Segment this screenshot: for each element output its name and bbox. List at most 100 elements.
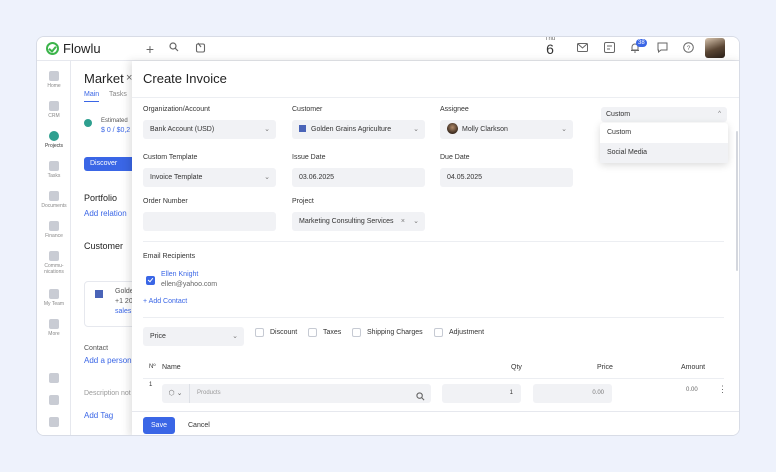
nav-extra-2[interactable] (37, 395, 71, 407)
tab-main[interactable]: Main (84, 91, 100, 102)
chevron-down-icon: ⌄ (413, 218, 419, 225)
mail-icon[interactable] (575, 42, 589, 56)
discount-label: Discount (270, 329, 298, 336)
due-date-input[interactable]: 04.05.2025 (440, 168, 573, 187)
issue-date-input[interactable]: 03.06.2025 (292, 168, 425, 187)
nav-extra-3[interactable] (37, 417, 71, 429)
description-label: Description not (84, 390, 131, 397)
cancel-button[interactable]: Cancel (188, 417, 210, 434)
svg-text:?: ? (686, 45, 690, 52)
tab-tasks[interactable]: Tasks (109, 91, 127, 98)
help-icon[interactable]: ? (681, 42, 695, 56)
dropdown-option-social-media[interactable]: Social Media (600, 143, 728, 163)
product-type-dropdown[interactable]: ⬡ ⌄ (162, 384, 190, 403)
price-type-select[interactable]: Price ⌄ (143, 327, 244, 346)
organization-select[interactable]: Bank Account (USD) ⌄ (143, 120, 276, 139)
customer-select[interactable]: Golden Grains Agriculture ⌄ (292, 120, 425, 139)
modal-title: Create Invoice (143, 71, 227, 86)
create-invoice-modal: Create Invoice Organization/Account Bank… (132, 61, 739, 435)
customer-value: Golden Grains Agriculture (311, 126, 392, 133)
brand-logo[interactable]: Flowlu (46, 41, 101, 56)
recipient-checkbox[interactable] (146, 276, 155, 285)
date-widget[interactable]: Thu 6 (542, 37, 558, 56)
add-contact-link[interactable]: + Add Contact (143, 298, 187, 305)
customer-phone: +1 20 (115, 298, 133, 305)
nav-projects[interactable]: Projects (37, 131, 71, 149)
due-date-label: Due Date (440, 154, 470, 161)
team-icon (49, 289, 59, 299)
tasks-icon (49, 161, 59, 171)
product-selector[interactable]: ⬡ ⌄ Products (162, 384, 431, 403)
nav-crm[interactable]: CRM (37, 101, 71, 119)
price-type-value: Price (150, 333, 166, 340)
dropdown-option-custom[interactable]: Custom (600, 123, 728, 143)
qty-input[interactable]: 1 (442, 384, 521, 403)
chevron-up-icon: ^ (718, 111, 721, 117)
custom-template-label: Custom Template (143, 154, 198, 161)
price-input[interactable]: 0.00 (533, 384, 612, 403)
nav-home[interactable]: Home (37, 71, 71, 89)
header-divider (132, 97, 739, 98)
taxes-label: Taxes (323, 329, 342, 336)
projects-icon (49, 131, 59, 141)
adjustment-checkbox[interactable] (434, 328, 443, 337)
row-menu-icon[interactable]: ⋮ (718, 385, 727, 394)
nav-extra-1[interactable] (37, 373, 71, 385)
add-relation-link[interactable]: Add relation (84, 209, 127, 218)
organization-label: Organization/Account (143, 106, 210, 113)
nav-tasks[interactable]: Tasks (37, 161, 71, 179)
project-select[interactable]: Marketing Consulting Services × ⌄ (292, 212, 425, 231)
plus-icon[interactable]: + (143, 42, 157, 56)
recipient-name[interactable]: Ellen Knight (161, 271, 198, 278)
estimate-icon (84, 119, 92, 127)
task-icon[interactable] (602, 42, 616, 56)
shipping-label: Shipping Charges (367, 329, 423, 336)
documents-icon (49, 191, 59, 201)
flowlu-logo-icon (46, 42, 59, 55)
col-amount-header: Amount (681, 364, 706, 371)
order-number-label: Order Number (143, 198, 188, 205)
section-divider (143, 317, 724, 318)
company-icon (95, 290, 103, 298)
assignee-select[interactable]: Molly Clarkson ⌄ (440, 120, 573, 139)
left-navigation: Home CRM Projects Tasks Documents Financ… (37, 61, 71, 435)
user-avatar[interactable] (705, 38, 725, 58)
customer-heading: Customer (84, 241, 124, 251)
finance-icon (49, 221, 59, 231)
settings-icon (49, 395, 59, 405)
nav-my-team[interactable]: My Team (37, 289, 71, 307)
project-value: Marketing Consulting Services (299, 218, 394, 225)
add-tag-link[interactable]: Add Tag (84, 411, 113, 420)
assignee-label: Assignee (440, 106, 469, 113)
order-number-input[interactable] (143, 212, 276, 231)
col-name-header: Name (162, 364, 181, 371)
custom-template-select[interactable]: Invoice Template ⌄ (143, 168, 276, 187)
add-person-link[interactable]: Add a person (84, 356, 132, 365)
organization-value: Bank Account (USD) (150, 126, 215, 133)
nav-more[interactable]: More (37, 319, 71, 337)
email-recipients-label: Email Recipients (143, 253, 196, 260)
nav-finance[interactable]: Finance (37, 221, 71, 239)
pin-icon[interactable] (193, 42, 207, 56)
save-button[interactable]: Save (143, 417, 175, 434)
modal-scrollbar[interactable] (736, 131, 738, 271)
customer-link[interactable]: sales (115, 308, 131, 315)
notification-badge: 38 (636, 39, 647, 47)
col-price-header: Price (597, 364, 613, 371)
top-bar: Flowlu + Thu 6 38 ? (37, 37, 739, 61)
clear-icon[interactable]: × (401, 212, 405, 231)
section-divider (143, 241, 724, 242)
nav-communications[interactable]: Commu- nications (37, 251, 71, 275)
discount-checkbox[interactable] (255, 328, 264, 337)
taxes-checkbox[interactable] (308, 328, 317, 337)
chevron-down-icon: ⌄ (413, 126, 419, 133)
shipping-checkbox[interactable] (352, 328, 361, 337)
search-icon[interactable] (416, 388, 425, 406)
search-icon[interactable] (167, 42, 181, 56)
chevron-down-icon: ⌄ (264, 126, 270, 133)
nav-documents[interactable]: Documents (37, 191, 71, 209)
portfolio-heading: Portfolio (84, 193, 118, 203)
chat-icon[interactable] (655, 42, 669, 56)
contact-label: Contact (84, 345, 109, 352)
template-dropdown[interactable]: Custom ^ (601, 107, 727, 122)
